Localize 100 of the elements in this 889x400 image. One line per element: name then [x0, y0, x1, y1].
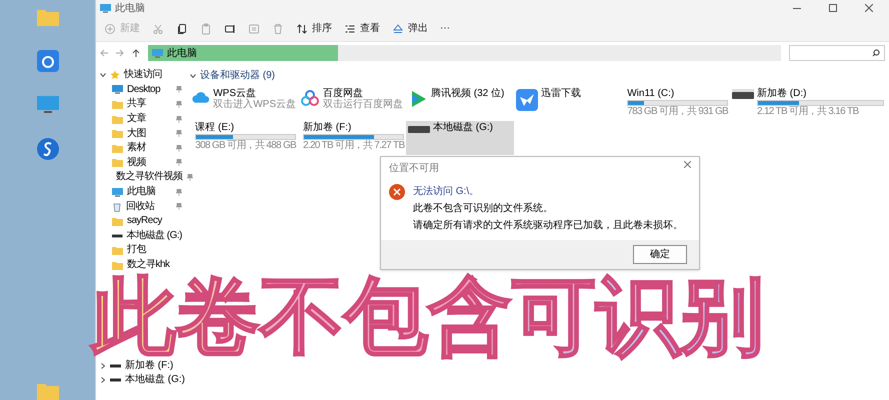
- sidebar-item[interactable]: 打包: [100, 243, 186, 258]
- toolbar-button[interactable]: 排序: [296, 21, 332, 36]
- drive-tile[interactable]: 迅雷下载: [514, 87, 622, 121]
- sort-icon: [296, 22, 308, 34]
- dialog-heading: 无法访问 G:\。: [413, 184, 480, 199]
- drive-name: 迅雷下载: [541, 89, 582, 99]
- folder-icon: [112, 260, 123, 270]
- drive-tile[interactable]: WPS云盘 双击进入WPS云盘: [190, 87, 298, 121]
- close-icon[interactable]: [865, 4, 873, 12]
- sidebar-item[interactable]: 此电脑: [100, 184, 186, 200]
- sidebar-item[interactable]: 共享: [100, 97, 186, 112]
- close-icon[interactable]: [684, 161, 691, 168]
- pin-icon[interactable]: [176, 203, 182, 210]
- drive-tile[interactable]: 本地磁盘 (G:): [406, 121, 514, 155]
- folder-icon: [112, 246, 123, 255]
- drive-subtitle: 双击进入WPS云盘: [213, 100, 296, 110]
- maximize-icon[interactable]: [829, 4, 837, 12]
- search-field[interactable]: [789, 45, 885, 61]
- view-icon: [344, 22, 356, 34]
- drive-tile[interactable]: 课程 (E:) 308 GB 可用，共 488 GB: [190, 121, 298, 155]
- drive-tile[interactable]: 百度网盘 双击运行百度网盘: [298, 87, 406, 121]
- pin-icon[interactable]: [186, 174, 192, 181]
- chevron-icon[interactable]: [100, 362, 106, 369]
- desktop-icon: [112, 85, 123, 94]
- dialog-message: 此卷不包含可识别的文件系统。: [413, 203, 554, 216]
- chevron-icon[interactable]: [100, 377, 106, 384]
- drive-name: WPS云盘: [213, 89, 257, 99]
- back-icon[interactable]: [100, 49, 108, 57]
- drive-tile[interactable]: 新加卷 (F:) 2.20 TB 可用，共 7.27 TB: [298, 121, 406, 155]
- folder-icon: [36, 382, 58, 400]
- folder-icon: [112, 216, 123, 226]
- sidebar-item[interactable]: 大图: [100, 126, 186, 141]
- drive-name: 百度网盘: [323, 89, 364, 99]
- drive-tile[interactable]: 新加卷 (D:) 2.12 TB 可用，共 3.16 TB: [730, 87, 886, 121]
- drive-tile[interactable]: Win11 (C:) 783 GB 可用，共 931 GB: [622, 87, 730, 121]
- drive-name: 腾讯视频 (32 位): [431, 89, 506, 99]
- sidebar-item[interactable]: 本地磁盘 (G:): [100, 372, 186, 388]
- search-icon: [872, 49, 880, 57]
- up-icon[interactable]: [132, 49, 140, 57]
- sidebar-item[interactable]: 文章: [100, 112, 186, 126]
- pin-icon[interactable]: [176, 130, 182, 138]
- sidebar-item[interactable]: 新加卷 (F:): [100, 358, 186, 373]
- chevron-icon[interactable]: [100, 72, 106, 78]
- drive-tile[interactable]: 腾讯视频 (32 位): [406, 87, 514, 121]
- folder-icon: [112, 114, 123, 124]
- pin-icon[interactable]: [176, 159, 182, 166]
- more-button[interactable]: ⋯: [440, 21, 450, 36]
- ok-button[interactable]: 确定: [633, 245, 687, 264]
- cut-icon: [152, 22, 164, 34]
- copy-icon: [176, 22, 188, 34]
- sidebar-item[interactable]: 回收站: [100, 199, 186, 214]
- sidebar-item[interactable]: 本地磁盘 (G:): [100, 228, 186, 244]
- sidebar-item[interactable]: 视频: [100, 156, 186, 170]
- toolbar-button[interactable]: [176, 22, 188, 34]
- pin-icon[interactable]: [176, 86, 182, 94]
- chevron-icon[interactable]: [190, 72, 196, 78]
- recycle-bin-icon: [112, 202, 122, 212]
- folder-icon: [36, 8, 58, 26]
- monitor-icon: [36, 96, 58, 114]
- drive-name: 新加卷 (F:): [303, 123, 352, 133]
- address-bar[interactable]: 此电脑: [148, 45, 781, 61]
- plus-icon: [104, 22, 116, 34]
- window-title: 此电脑: [115, 2, 145, 16]
- pin-icon[interactable]: [176, 188, 182, 196]
- rename-icon: [224, 22, 236, 34]
- drive-subtitle: 双击运行百度网盘: [323, 100, 404, 110]
- sidebar-item[interactable]: 数之寻软件视频: [100, 170, 186, 185]
- monitor-icon: [112, 188, 123, 197]
- sidebar-item[interactable]: 快速访问: [100, 68, 186, 83]
- forward-icon[interactable]: [116, 49, 124, 57]
- sidebar-item[interactable]: 数之寻khk: [100, 258, 186, 272]
- error-icon: [389, 184, 405, 200]
- drive-icon: [732, 89, 754, 99]
- dialog-message: 请确定所有请求的文件系统驱动程序已加载，且此卷未损坏。: [413, 220, 683, 232]
- drive-name: 本地磁盘 (G:): [433, 123, 494, 133]
- usage-text: 308 GB 可用，共 488 GB: [195, 141, 296, 151]
- drive-name: 课程 (E:): [195, 123, 236, 133]
- toolbar-button[interactable]: 查看: [344, 21, 380, 36]
- drive-icon: [408, 123, 430, 133]
- pin-icon[interactable]: [176, 144, 182, 152]
- pin-icon[interactable]: [176, 100, 182, 108]
- folder-icon: [112, 158, 123, 168]
- share-icon: [248, 22, 260, 34]
- sidebar-item[interactable]: 素材: [100, 140, 186, 156]
- sidebar-item[interactable]: Desktop: [100, 82, 186, 98]
- usage-text: 783 GB 可用，共 931 GB: [627, 107, 728, 117]
- toolbar-button[interactable]: [224, 22, 236, 34]
- section-header[interactable]: 设备和驱动器 (9): [200, 68, 275, 83]
- paste-icon: [200, 22, 212, 34]
- eject-icon: [392, 22, 404, 34]
- delete-icon: [272, 22, 284, 34]
- bird-icon: [516, 89, 538, 111]
- toolbar-button[interactable]: 弹出: [392, 21, 428, 36]
- folder-icon: [112, 100, 123, 109]
- pin-icon[interactable]: [176, 116, 182, 123]
- folder-icon: [112, 129, 123, 138]
- sidebar-item[interactable]: sayRecy: [100, 214, 186, 229]
- usage-text: 2.20 TB 可用，共 7.27 TB: [303, 141, 404, 151]
- rings-icon: [300, 89, 320, 109]
- dialog-title: 位置不可用: [389, 162, 439, 176]
